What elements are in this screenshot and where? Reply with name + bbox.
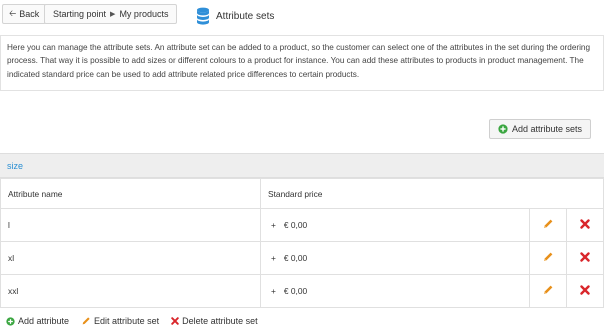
arrow-left-icon: 🡠 — [9, 8, 17, 18]
delete-attribute-set-link[interactable]: Delete attribute set — [171, 316, 258, 326]
column-standard-price: Standard price — [260, 178, 604, 209]
close-icon — [580, 252, 590, 262]
close-icon — [580, 219, 590, 229]
intro-text: Here you can manage the attribute sets. … — [0, 35, 604, 91]
price-sign: + — [271, 286, 276, 296]
close-icon — [171, 317, 179, 325]
set-actions: Add attribute Edit attribute set Delete … — [0, 313, 258, 329]
breadcrumb: Starting point ▶ My products — [44, 4, 178, 24]
attribute-set-name[interactable]: size — [7, 161, 23, 171]
page-header: Attribute sets — [196, 5, 274, 27]
column-attribute-name: Attribute name — [0, 178, 261, 209]
attribute-set-header: size — [0, 153, 604, 178]
plus-circle-icon — [6, 316, 15, 326]
add-attribute-link[interactable]: Add attribute — [6, 316, 69, 326]
back-button[interactable]: 🡠 Back — [2, 4, 47, 24]
edit-attribute-set-link[interactable]: Edit attribute set — [81, 316, 159, 326]
add-attribute-sets-button[interactable]: Add attribute sets — [489, 119, 592, 139]
pencil-icon — [81, 316, 91, 326]
standard-price-cell: + € 0,00 — [260, 241, 530, 275]
pencil-icon — [542, 284, 554, 296]
close-icon — [580, 285, 590, 295]
attribute-name-cell: xxl — [0, 274, 261, 308]
standard-price-cell: + € 0,00 — [260, 208, 530, 242]
standard-price-cell: + € 0,00 — [260, 274, 530, 308]
table-row: xxl + € 0,00 — [0, 274, 604, 308]
pencil-icon — [542, 251, 554, 263]
delete-attribute-button[interactable] — [566, 208, 604, 242]
edit-attribute-button[interactable] — [529, 241, 567, 275]
plus-circle-icon — [498, 124, 508, 134]
edit-attribute-button[interactable] — [529, 208, 567, 242]
attribute-name-cell: l — [0, 208, 261, 242]
edit-attribute-set-label: Edit attribute set — [94, 316, 160, 326]
breadcrumb-my-products[interactable]: My products — [119, 9, 168, 19]
add-attribute-label: Add attribute — [18, 316, 70, 326]
pencil-icon — [542, 218, 554, 230]
edit-attribute-button[interactable] — [529, 274, 567, 308]
delete-attribute-button[interactable] — [566, 241, 604, 275]
back-label: Back — [19, 9, 40, 19]
table-header-row: Attribute name Standard price — [0, 178, 604, 209]
price-value: € 0,00 — [283, 286, 308, 296]
delete-attribute-button[interactable] — [566, 274, 604, 308]
attribute-name-cell: xl — [0, 241, 261, 275]
add-attribute-sets-label: Add attribute sets — [512, 124, 583, 134]
price-value: € 0,00 — [283, 220, 308, 230]
table-row: xl + € 0,00 — [0, 241, 604, 275]
price-sign: + — [271, 220, 276, 230]
table-row: l + € 0,00 — [0, 208, 604, 242]
page-title: Attribute sets — [216, 10, 275, 22]
price-sign: + — [271, 253, 276, 263]
price-value: € 0,00 — [283, 253, 308, 263]
database-icon — [196, 7, 210, 25]
caret-right-icon: ▶ — [110, 11, 116, 18]
top-bar: 🡠 Back Starting point ▶ My products Attr… — [0, 0, 604, 32]
delete-attribute-set-label: Delete attribute set — [182, 316, 258, 326]
breadcrumb-starting-point[interactable]: Starting point — [53, 9, 106, 19]
attributes-table: Attribute name Standard price l + € 0,00 … — [0, 178, 604, 308]
